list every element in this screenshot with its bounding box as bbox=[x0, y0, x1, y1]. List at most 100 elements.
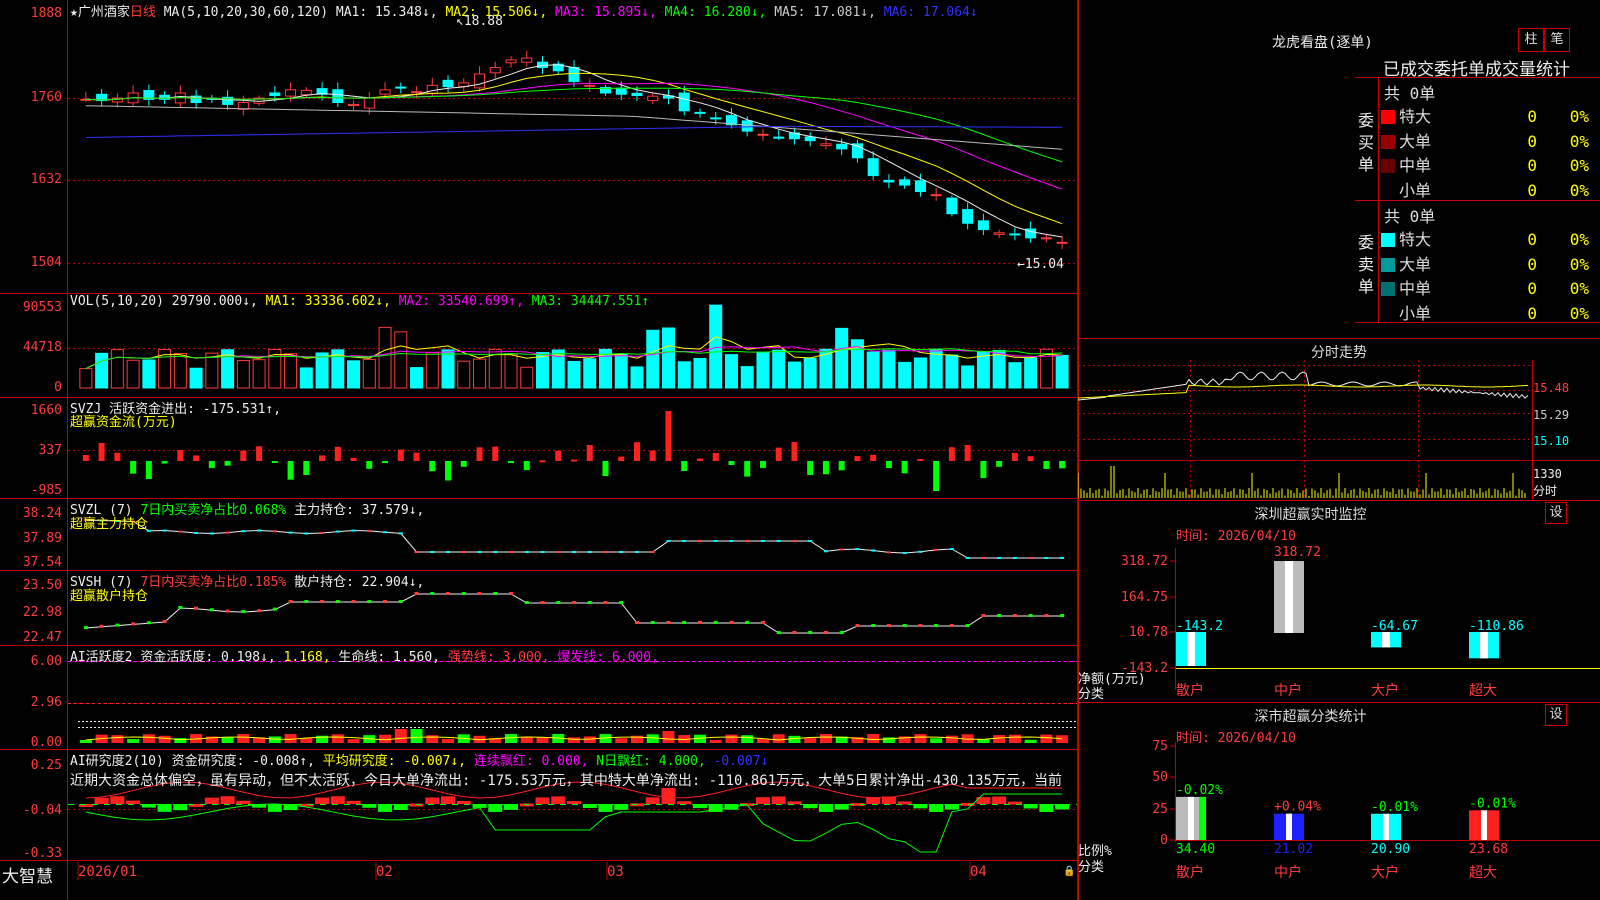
svsh-dot bbox=[288, 600, 293, 603]
svsh-dot bbox=[320, 600, 325, 603]
flow-bar bbox=[366, 461, 373, 469]
order-pct: 0% bbox=[1569, 156, 1589, 175]
svsh-dot bbox=[524, 601, 529, 604]
activity-bar bbox=[709, 739, 722, 743]
svzl-dot bbox=[634, 551, 639, 553]
svzl-dot bbox=[855, 548, 860, 551]
ai2-n-red: N日飘红: 4.000, bbox=[596, 754, 706, 769]
volume-bar bbox=[205, 352, 219, 389]
period-label[interactable]: 日线 bbox=[130, 5, 156, 20]
order-row-1: 大单 0 0% bbox=[1381, 128, 1596, 152]
volume-bar bbox=[236, 360, 250, 389]
svzl-dot bbox=[745, 540, 750, 542]
sell-side-label: 委卖单 bbox=[1358, 233, 1375, 296]
svzl-dot bbox=[335, 530, 340, 533]
activity-bar bbox=[142, 734, 155, 743]
activity-bar bbox=[79, 740, 92, 743]
axis-label: 0 bbox=[1160, 833, 1168, 848]
tick-view-button[interactable]: 笔 bbox=[1544, 28, 1570, 52]
svzl-dot bbox=[650, 551, 655, 553]
ma-line-1 bbox=[85, 64, 1063, 238]
date-02: 02 bbox=[376, 864, 393, 880]
svzl-dot bbox=[902, 551, 907, 554]
lock-icon[interactable]: 🔒 bbox=[1063, 866, 1075, 877]
ratio-bar-part bbox=[1199, 796, 1206, 840]
divider bbox=[1378, 77, 1379, 322]
value-label: -143.2 bbox=[1176, 619, 1223, 634]
activity-bar bbox=[804, 738, 817, 743]
star-icon[interactable]: ★ bbox=[70, 5, 78, 20]
low-mark: ←15.04 bbox=[1017, 257, 1064, 272]
order-row-3: 小单 0 0% bbox=[1381, 177, 1596, 201]
activity-bar bbox=[442, 739, 455, 743]
activity-bar bbox=[1008, 734, 1021, 743]
volume-bar bbox=[536, 352, 550, 389]
ma5-value: MA5: 17.081↓, bbox=[774, 5, 876, 20]
stock-name[interactable]: 广州酒家 bbox=[78, 5, 130, 20]
volume-bar bbox=[787, 361, 801, 389]
svzl-dot bbox=[792, 540, 797, 542]
svsh-pct: 7日内买卖净占比0.185% bbox=[140, 575, 287, 590]
flow-bar bbox=[539, 460, 546, 463]
candle bbox=[946, 197, 958, 215]
vol-tick-mid: 44718 bbox=[22, 340, 62, 355]
flow-bar bbox=[728, 461, 735, 465]
divider bbox=[1355, 77, 1600, 78]
volume-bar bbox=[709, 304, 723, 389]
activity-bar bbox=[756, 738, 769, 743]
research-bar bbox=[267, 804, 282, 812]
activity-bar bbox=[158, 735, 171, 743]
svzl-dot bbox=[540, 551, 545, 553]
value-label: 21.02 bbox=[1274, 842, 1313, 857]
research-bar bbox=[456, 800, 471, 804]
svzl-dot bbox=[414, 551, 419, 553]
price-tick-1632: 1632 bbox=[30, 172, 62, 187]
svzl-dot bbox=[351, 529, 356, 532]
svsh-dot bbox=[383, 600, 388, 603]
volume-bar bbox=[79, 368, 93, 389]
vol-ma2: MA2: 33540.699↑, bbox=[398, 294, 524, 309]
flow-bar bbox=[271, 461, 278, 463]
research-bar bbox=[126, 800, 141, 804]
kline-header: ★广州酒家日线 MA(5,10,20,30,60,120) MA1: 15.34… bbox=[70, 1, 978, 20]
candle bbox=[962, 209, 974, 224]
svsh-dot bbox=[335, 600, 340, 603]
svzl-dot bbox=[1028, 557, 1033, 559]
order-row-0: 特大 0 0% bbox=[1381, 103, 1596, 127]
svsh-dot bbox=[556, 601, 561, 604]
order-pct: 0% bbox=[1569, 279, 1589, 298]
candle bbox=[1009, 233, 1021, 236]
column-view-button[interactable]: 柱 bbox=[1518, 28, 1544, 52]
vol-header: VOL(5,10,20) 29790.000↓, MA1: 33336.602↓… bbox=[70, 294, 649, 309]
candle bbox=[993, 232, 1005, 235]
candle bbox=[568, 66, 580, 83]
research-bar bbox=[488, 804, 503, 812]
axis-label: 10.78 bbox=[1129, 625, 1168, 640]
class-xlabel: 分类 bbox=[1078, 860, 1105, 875]
volume-bar bbox=[772, 349, 786, 389]
svzl-dot bbox=[1060, 557, 1065, 559]
brand-logo: 大智慧 bbox=[2, 867, 53, 887]
activity-bar bbox=[268, 736, 281, 743]
research-bar bbox=[551, 796, 566, 804]
intraday-chart[interactable] bbox=[1078, 360, 1600, 500]
ai2-cont-red: 连续飘红: 0.000, bbox=[473, 754, 589, 769]
volume-bar bbox=[693, 358, 707, 389]
date-2026-01: 2026/01 bbox=[78, 864, 138, 880]
order-row-0: 特大 0 0% bbox=[1381, 226, 1596, 250]
order-pct: 0% bbox=[1569, 303, 1589, 323]
volume-bar bbox=[803, 357, 817, 389]
flow-bar bbox=[130, 461, 137, 474]
flow-bar bbox=[633, 442, 640, 461]
flow-bar bbox=[980, 461, 987, 479]
svsh-dot bbox=[367, 600, 372, 603]
activity-bar bbox=[1040, 734, 1053, 743]
flow-bar bbox=[759, 461, 766, 468]
flow-bar bbox=[240, 450, 247, 461]
flow-bar bbox=[1011, 452, 1018, 461]
activity-bar bbox=[221, 737, 234, 743]
svzl-dot bbox=[572, 551, 576, 553]
svzl-pct: 7日内买卖净占比0.068% bbox=[140, 503, 287, 518]
research-bar bbox=[929, 804, 944, 812]
svsh-dot bbox=[257, 609, 262, 613]
